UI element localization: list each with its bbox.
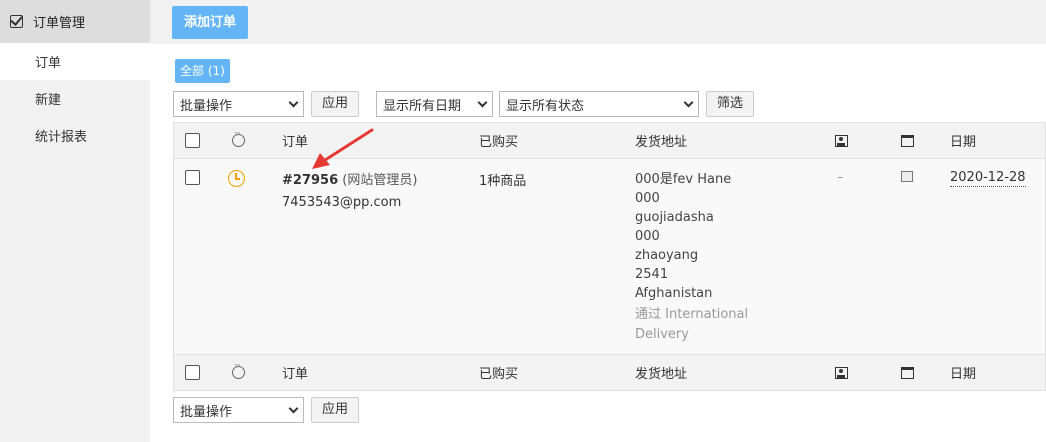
customer-value: – [837, 170, 844, 185]
shipping-address: 000是fev Hane 000 guojiadasha 000 zhaoyan… [635, 159, 748, 354]
status-column-icon[interactable] [232, 361, 245, 379]
apply-button-bottom[interactable]: 应用 [311, 397, 360, 423]
apply-button[interactable]: 应用 [311, 91, 360, 117]
purchased-items[interactable]: 1种商品 [479, 159, 526, 354]
order-created-by: (网站管理员) [342, 173, 418, 188]
top-bar: 添加订单 [150, 0, 1046, 44]
address-line: 2541 [635, 267, 669, 282]
select-all-checkbox[interactable] [185, 133, 200, 148]
filter-all-link[interactable]: 全部 (1) [175, 59, 230, 83]
sidebar-header-label: 订单管理 [33, 16, 86, 31]
date-filter-select[interactable]: 显示所有日期 [376, 91, 494, 117]
table-footer: 订单 已购买 发货地址 日期 [174, 354, 1045, 390]
column-date[interactable]: 日期 [950, 123, 976, 158]
select-all-checkbox-footer[interactable] [185, 365, 200, 380]
sidebar-item-orders[interactable]: 订单 [0, 43, 150, 80]
add-order-button[interactable]: 添加订单 [172, 6, 249, 39]
orders-table: 订单 已购买 发货地址 日期 #27956 (网站管理员) 7453543@pp… [173, 122, 1046, 391]
order-date: 2020-12-28 [950, 170, 1026, 187]
status-filter-value: 显示所有状态 [506, 98, 585, 114]
preview-icon[interactable] [901, 171, 913, 182]
customer-column-icon [835, 366, 848, 379]
shipping-method-line: 通过 International [635, 307, 749, 322]
chevron-down-icon [288, 403, 299, 413]
top-toolbar: 批量操作 应用 显示所有日期 显示所有状态 筛选 [173, 91, 755, 117]
main-area: 添加订单 全部 (1) 批量操作 应用 显示所有日期 显示所有状态 筛选 ···… [150, 0, 1046, 442]
order-email[interactable]: 7453543@pp.com [282, 192, 401, 214]
status-column-icon[interactable] [232, 129, 245, 147]
column-order[interactable]: 订单 [282, 355, 308, 390]
bottom-toolbar: 批量操作 应用 [173, 397, 360, 423]
column-purchased: 已购买 [479, 135, 519, 150]
sidebar-item-label: 订单 [35, 56, 62, 71]
address-line: zhaoyang [635, 248, 699, 263]
filter-button[interactable]: 筛选 [706, 91, 755, 117]
address-line: 000 [635, 191, 660, 206]
content-panel: 全部 (1) 批量操作 应用 显示所有日期 显示所有状态 筛选 订单 [150, 44, 1046, 442]
column-purchased: 已购买 [479, 367, 519, 382]
sidebar: 订单管理 订单 新建 统计报表 [0, 0, 150, 442]
shipping-method-line: Delivery [635, 327, 689, 342]
row-checkbox[interactable] [185, 170, 200, 185]
actions-column-icon [901, 134, 914, 147]
chevron-down-icon [288, 97, 299, 107]
column-date[interactable]: 日期 [950, 355, 976, 390]
address-line: 000 [635, 229, 660, 244]
chevron-down-icon [683, 97, 694, 107]
order-number-link[interactable]: #27956 [282, 173, 338, 188]
address-line: Afghanistan [635, 286, 713, 301]
order-info: #27956 (网站管理员) 7453543@pp.com [282, 159, 417, 354]
bulk-action-select[interactable]: 批量操作 [173, 91, 304, 117]
sidebar-item-reports[interactable]: 统计报表 [0, 117, 150, 154]
column-order[interactable]: 订单 [282, 123, 308, 158]
bulk-action-value: 批量操作 [180, 98, 233, 114]
sidebar-header[interactable]: 订单管理 [0, 0, 150, 43]
customer-column-icon [835, 134, 848, 147]
status-filter-select[interactable]: 显示所有状态 [499, 91, 700, 117]
date-filter-value: 显示所有日期 [383, 98, 462, 114]
column-ship-to: 发货地址 [635, 135, 688, 150]
chevron-down-icon [477, 97, 488, 107]
checkmark-icon [10, 15, 23, 28]
bulk-action-value: 批量操作 [180, 404, 233, 420]
sidebar-item-new[interactable]: 新建 [0, 80, 150, 117]
table-row: #27956 (网站管理员) 7453543@pp.com 1种商品 000是f… [174, 159, 1045, 354]
clock-icon [228, 170, 245, 187]
address-line: 000是fev Hane [635, 172, 732, 187]
table-header: 订单 已购买 发货地址 日期 [174, 123, 1045, 159]
address-line: guojiadasha [635, 210, 714, 225]
sidebar-item-label: 统计报表 [35, 130, 88, 145]
column-ship-to: 发货地址 [635, 367, 688, 382]
bulk-action-select-bottom[interactable]: 批量操作 [173, 397, 304, 423]
actions-column-icon [901, 366, 914, 379]
shipping-method: 通过 International Delivery [635, 305, 748, 345]
sidebar-item-label: 新建 [35, 93, 62, 108]
